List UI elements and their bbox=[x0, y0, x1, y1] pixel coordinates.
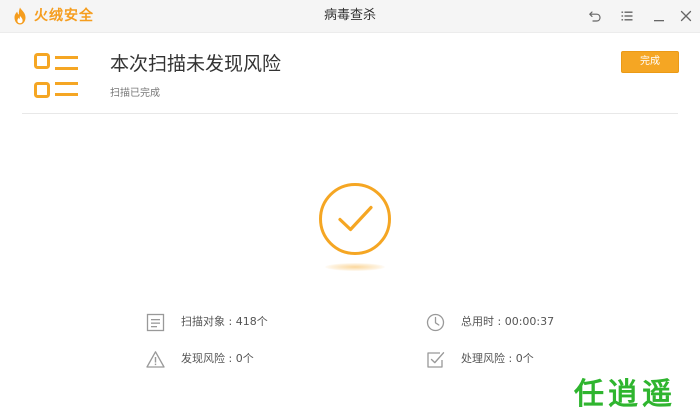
header-divider bbox=[22, 113, 678, 114]
back-arrow-icon bbox=[589, 11, 601, 22]
watermark: 任逍遥 bbox=[573, 377, 676, 412]
scan-status: 扫描已完成 bbox=[110, 88, 160, 99]
success-shadow bbox=[325, 263, 385, 271]
brand: 火绒安全 bbox=[12, 7, 94, 25]
antivirus-window: 火绒安全 病毒查杀 本次扫描未发现风险 扫描已完成 完成 扫描对象: 418个… bbox=[0, 0, 700, 417]
risks-found-text: 发现风险 : 0个 bbox=[181, 352, 254, 365]
risks-handled-text: 处理风险 : 0个 bbox=[461, 352, 534, 365]
document-icon bbox=[146, 313, 165, 331]
clock-icon bbox=[426, 313, 445, 331]
minimize-button[interactable] bbox=[649, 6, 669, 26]
watermark-text: 任逍遥 bbox=[573, 377, 676, 412]
minimize-icon bbox=[654, 20, 664, 22]
stat-scan-objects: 扫描对象 : 418个 bbox=[146, 312, 268, 332]
warning-icon bbox=[146, 350, 165, 368]
back-button[interactable] bbox=[585, 6, 605, 26]
scan-result-title: 本次扫描未发现风险 bbox=[110, 53, 282, 75]
total-time-text: 总用时 : 00:00:37 bbox=[461, 315, 555, 328]
stat-risks-handled: 处理风险 : 0个 bbox=[426, 349, 534, 369]
check-circle-icon bbox=[319, 183, 391, 255]
scan-objects-text: 扫描对象 : 418个 bbox=[181, 315, 268, 328]
report-list-icon bbox=[34, 53, 78, 98]
done-button[interactable]: 完成 bbox=[621, 51, 679, 73]
stat-risks-found: 发现风险 : 0个 bbox=[146, 349, 254, 369]
flame-logo-icon bbox=[14, 7, 26, 25]
menu-button[interactable] bbox=[617, 6, 637, 26]
checkbox-icon bbox=[427, 351, 445, 368]
brand-name: 火绒安全 bbox=[34, 8, 94, 24]
close-icon bbox=[680, 10, 692, 22]
stat-total-time: 总用时 : 00:00:37 bbox=[426, 312, 554, 332]
close-button[interactable] bbox=[676, 6, 696, 26]
title-bar: 火绒安全 病毒查杀 bbox=[0, 0, 700, 33]
menu-icon bbox=[621, 11, 633, 21]
